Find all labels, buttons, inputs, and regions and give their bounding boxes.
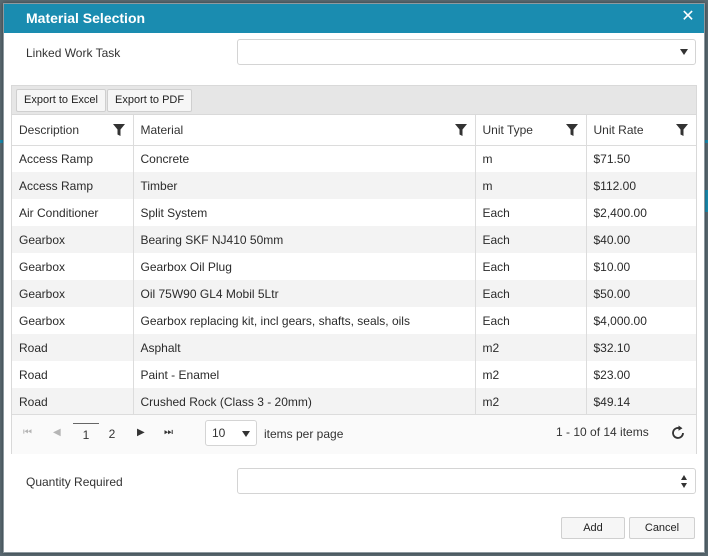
filter-icon[interactable] [565,124,578,136]
table-cell: Each [474,253,586,280]
next-page-icon[interactable]: ▶ [137,427,145,438]
table-cell: Gearbox [19,259,66,274]
table-row[interactable]: Access Ramp Timber m $112.00 [12,172,696,199]
table-row[interactable]: Road Crushed Rock (Class 3 - 20mm) m2 $49.1… [12,388,696,415]
export-pdf-button[interactable]: Export to PDF [107,89,193,112]
page-button-1[interactable]: 1 [73,423,99,445]
chevron-down-icon [242,431,250,437]
table-cell: Crushed Rock (Class 3 - 20mm) [132,388,475,415]
table-cell: Access Ramp [12,172,133,199]
linked-task-dropdown[interactable] [237,39,696,65]
pager-info: 1 - 10 of 14 items [556,425,649,439]
table-cell: Gearbox [12,226,133,253]
table-cell: m2 [474,334,586,361]
close-icon[interactable]: ✕ [680,9,696,25]
table-cell: $23.00 [585,361,696,388]
table-cell: m2 [474,361,586,388]
column-header-label: Material [140,122,184,137]
column-header-description[interactable]: Description [12,115,133,146]
table-cell: $32.10 [585,334,696,361]
table-row[interactable]: Road Paint - Enamel m2 $23.00 [12,361,696,388]
quantity-label: Quantity Required [26,475,123,489]
dialog-titlebar: Material Selection ✕ [4,4,704,33]
table-cell: $2,400.00 [585,199,696,226]
refresh-icon[interactable] [670,425,686,441]
table-cell: Asphalt [132,334,475,361]
page-size-value: 10 [212,426,226,440]
table-cell: Bearing SKF NJ410 50mm [132,226,475,253]
table-cell: Gearbox [12,280,133,307]
column-header-label: Unit Type [482,122,533,137]
table-cell: Concrete [132,145,475,172]
table-cell: Timber [132,172,475,199]
table-cell: Each [474,280,586,307]
quantity-stepper[interactable] [237,468,696,494]
column-header-label: Unit Rate [593,122,644,137]
table-cell: m [474,172,586,199]
table-row[interactable]: Access Ramp Concrete m $71.50 [12,145,696,172]
materials-grid: Export to Excel Export to PDF Descriptio… [11,85,697,454]
filter-icon[interactable] [112,124,125,136]
table-cell: $10.00 [585,253,696,280]
table-cell: m [474,145,586,172]
table-row[interactable]: Gearbox Gearbox Oil Plug Each $10.00 [12,253,696,280]
table-row[interactable]: Air Conditioner Split System Each $2,400.00 [12,199,696,226]
table-cell: Each [474,226,586,253]
materials-table: Description Material Unit Type Unit Rate Ac… [12,115,696,415]
decrement-icon[interactable] [681,483,687,488]
grid-pager: ⏮ ◀ 1 2 ▶ ⏭ 10 items per page 1 - 10 of … [12,414,696,454]
table-cell: $71.50 [585,145,696,172]
column-header-unit-rate[interactable]: Unit Rate [585,115,696,146]
table-row[interactable]: Gearbox Bearing SKF NJ410 50mm Each $40.00 [12,226,696,253]
linked-task-label: Linked Work Task [26,46,121,60]
items-per-page-label: items per page [264,427,344,441]
filter-icon[interactable] [454,124,467,136]
table-cell: Gearbox Oil Plug [132,253,475,280]
chevron-down-icon [680,49,688,55]
table-cell: $50.00 [585,280,696,307]
table-cell: Road [12,334,133,361]
table-row[interactable]: Gearbox Gearbox replacing kit, incl gears… [12,307,696,334]
table-cell: Each [474,199,586,226]
table-cell: Paint - Enamel [132,361,475,388]
increment-icon[interactable] [681,475,687,480]
page-size-select[interactable]: 10 [205,420,257,446]
grid-toolbar: Export to Excel Export to PDF [12,86,696,115]
table-cell: $112.00 [585,172,696,199]
table-body: Access Ramp Concrete m $71.50 Access Ramp Tim… [12,145,696,415]
cancel-button[interactable]: Cancel [629,517,695,539]
table-cell: Oil 75W90 GL4 Mobil 5Ltr [132,280,475,307]
table-cell: $40.00 [585,226,696,253]
table-cell: $4,000.00 [585,307,696,334]
table-cell: Air Conditioner [19,205,99,220]
table-cell: Gearbox replacing kit, incl gears, shaft… [132,307,475,334]
filter-icon[interactable] [676,124,688,136]
material-selection-dialog: Material Selection ✕ Linked Work Task Ex… [3,3,705,553]
previous-page-icon[interactable]: ◀ [53,427,61,438]
table-cell: Access Ramp [19,151,94,166]
table-header-row: Description Material Unit Type Unit Rate [12,115,696,146]
table-cell: Each [474,307,586,334]
table-cell: m2 [474,388,586,415]
table-cell: Gearbox [19,313,66,328]
column-header-unit-type[interactable]: Unit Type [474,115,586,146]
table-cell: Road [12,388,133,415]
table-cell: Road [19,367,48,382]
column-header-material[interactable]: Material [132,115,475,146]
page-button-2[interactable]: 2 [99,423,125,445]
table-row[interactable]: Gearbox Oil 75W90 GL4 Mobil 5Ltr Each $50.0… [12,280,696,307]
first-page-icon[interactable]: ⏮ [23,427,32,438]
add-button[interactable]: Add [561,517,625,539]
dialog-title: Material Selection [26,10,146,26]
table-cell: Split System [132,199,475,226]
table-row[interactable]: Road Asphalt m2 $32.10 [12,334,696,361]
column-header-label: Description [19,122,80,137]
table-cell: $49.14 [585,388,696,415]
last-page-icon[interactable]: ⏭ [164,427,173,438]
export-excel-button[interactable]: Export to Excel [16,89,106,112]
